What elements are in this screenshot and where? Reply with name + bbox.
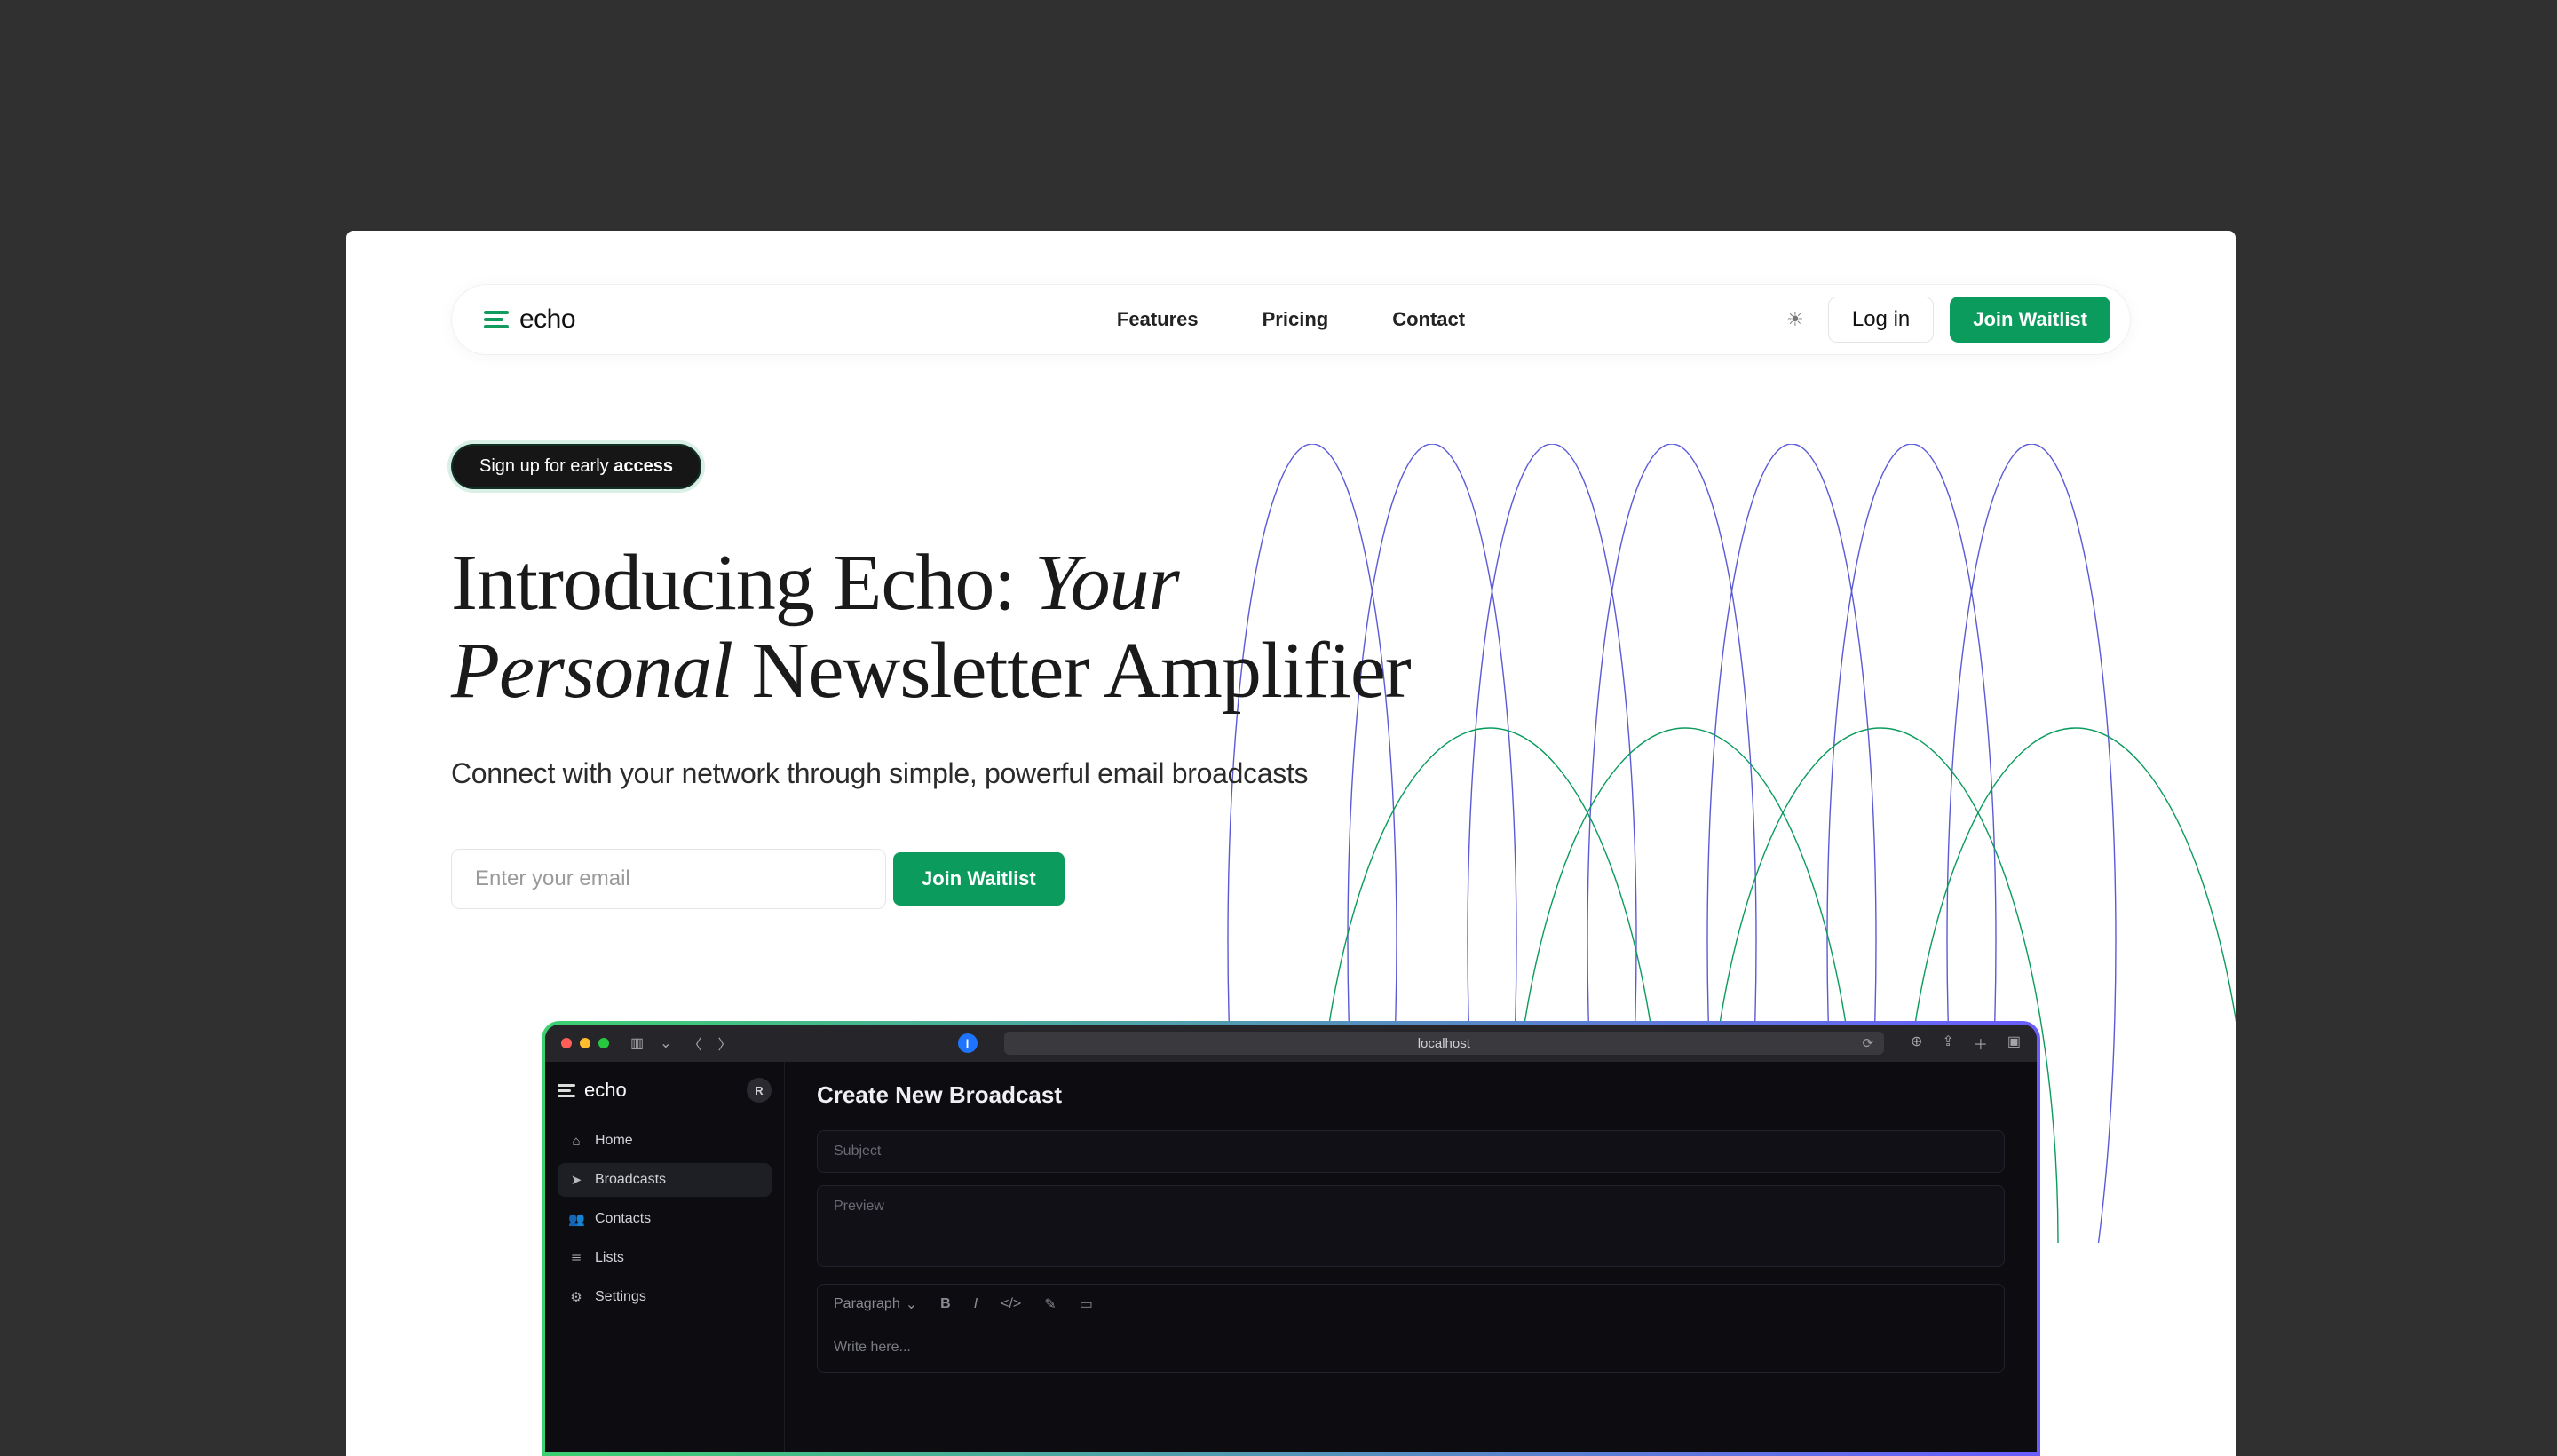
editor-toolbar: Paragraph ⌄ B I </> ✎ ▭	[817, 1284, 2005, 1324]
app-preview-window: ▥ ⌄ 〈 〉 i localhost ⟳ ⊕ ⇪ ＋ ▣	[542, 1021, 2040, 1456]
sun-icon: ☀	[1786, 308, 1804, 330]
main-panel: Create New Broadcast Paragraph ⌄ B I </>…	[785, 1062, 2037, 1452]
page-title: Create New Broadcast	[817, 1081, 2005, 1109]
app-preview-inner: ▥ ⌄ 〈 〉 i localhost ⟳ ⊕ ⇪ ＋ ▣	[545, 1025, 2037, 1452]
headline-part2: Newsletter Amplifier	[732, 627, 1411, 715]
preview-textarea[interactable]	[817, 1185, 2005, 1267]
editor-body[interactable]: Write here...	[817, 1324, 2005, 1373]
pill-text: Sign up for early	[479, 456, 614, 476]
code-icon[interactable]: </>	[1001, 1296, 1021, 1312]
reload-icon[interactable]: ⟳	[1862, 1035, 1873, 1051]
tabs-icon[interactable]: ▣	[2007, 1033, 2021, 1054]
highlight-icon[interactable]: ✎	[1044, 1295, 1056, 1313]
nav-link-contact[interactable]: Contact	[1392, 308, 1465, 331]
hero-subhead: Connect with your network through simple…	[451, 757, 1516, 790]
landing-page: echo Features Pricing Contact ☀ Log in J…	[346, 231, 2236, 1456]
signup-form: Join Waitlist	[451, 849, 1516, 909]
maximize-window-icon[interactable]	[598, 1038, 609, 1048]
login-button[interactable]: Log in	[1828, 297, 1934, 343]
share-icon[interactable]: ⇪	[1942, 1033, 1953, 1054]
send-icon: ➤	[568, 1172, 584, 1188]
minimize-window-icon[interactable]	[580, 1038, 590, 1048]
sidebar-item-label: Lists	[595, 1250, 624, 1266]
gear-icon: ⚙	[568, 1289, 584, 1305]
paragraph-style-dropdown[interactable]: Paragraph ⌄	[834, 1295, 917, 1313]
headline-italic1: Your	[1034, 539, 1179, 627]
back-icon[interactable]: 〈	[688, 1033, 702, 1054]
users-icon: 👥	[568, 1211, 584, 1227]
join-waitlist-button[interactable]: Join Waitlist	[893, 852, 1065, 906]
early-access-pill[interactable]: Sign up for early access	[451, 444, 701, 489]
info-badge-icon[interactable]: i	[958, 1033, 978, 1053]
nav-links: Features Pricing Contact	[1117, 308, 1465, 331]
brand-name: echo	[519, 305, 575, 335]
browser-right-icons: ⊕ ⇪ ＋ ▣	[1911, 1033, 2021, 1054]
hero-headline: Introducing Echo: Your Personal Newslett…	[451, 539, 1516, 715]
image-icon[interactable]: ▭	[1080, 1295, 1093, 1313]
brand-logo-icon	[484, 307, 509, 332]
sidebar-header: echo R	[558, 1078, 772, 1103]
sidebar-item-label: Home	[595, 1133, 633, 1149]
nav-link-pricing[interactable]: Pricing	[1263, 308, 1329, 331]
sidebar-item-broadcasts[interactable]: ➤ Broadcasts	[558, 1163, 772, 1197]
sidebar-item-label: Broadcasts	[595, 1172, 666, 1188]
top-nav: echo Features Pricing Contact ☀ Log in J…	[451, 284, 2131, 355]
sidebar-item-settings[interactable]: ⚙ Settings	[558, 1280, 772, 1314]
bold-icon[interactable]: B	[940, 1296, 951, 1312]
sidebar-toggle-icon[interactable]: ▥	[630, 1034, 644, 1052]
pill-bold: access	[614, 456, 673, 476]
nav-link-features[interactable]: Features	[1117, 308, 1199, 331]
url-bar[interactable]: localhost ⟳	[1004, 1032, 1884, 1055]
list-icon: ≣	[568, 1250, 584, 1266]
sidebar-item-lists[interactable]: ≣ Lists	[558, 1241, 772, 1275]
subject-input[interactable]	[817, 1130, 2005, 1173]
close-window-icon[interactable]	[561, 1038, 572, 1048]
italic-icon[interactable]: I	[974, 1296, 978, 1312]
sidebar: echo R ⌂ Home ➤ Broadcasts 👥 Contact	[545, 1062, 785, 1452]
chevron-down-icon: ⌄	[906, 1295, 917, 1313]
avatar[interactable]: R	[747, 1078, 772, 1103]
browser-left-icons: ▥ ⌄ 〈 〉	[630, 1033, 732, 1054]
hero: Sign up for early access Introducing Ech…	[451, 444, 1516, 909]
browser-chrome: ▥ ⌄ 〈 〉 i localhost ⟳ ⊕ ⇪ ＋ ▣	[545, 1025, 2037, 1062]
editor-placeholder: Write here...	[834, 1340, 911, 1355]
sidebar-item-contacts[interactable]: 👥 Contacts	[558, 1202, 772, 1236]
sidebar-brand[interactable]: echo	[558, 1079, 627, 1102]
join-waitlist-nav-button[interactable]: Join Waitlist	[1950, 297, 2110, 343]
chevron-down-icon[interactable]: ⌄	[660, 1034, 671, 1052]
forward-icon[interactable]: 〉	[718, 1033, 732, 1054]
traffic-lights	[561, 1038, 609, 1048]
sidebar-item-label: Settings	[595, 1289, 646, 1305]
nav-actions: ☀ Log in Join Waitlist	[1778, 297, 2110, 343]
headline-italic2: Personal	[451, 627, 732, 715]
brand[interactable]: echo	[484, 305, 575, 335]
headline-part1: Introducing Echo:	[451, 539, 1034, 627]
new-tab-icon[interactable]: ＋	[1974, 1033, 1988, 1054]
sidebar-item-home[interactable]: ⌂ Home	[558, 1124, 772, 1158]
sidebar-item-label: Contacts	[595, 1211, 651, 1227]
sidebar-logo-icon	[558, 1081, 575, 1099]
download-icon[interactable]: ⊕	[1911, 1033, 1922, 1054]
url-text: localhost	[1418, 1036, 1470, 1051]
theme-toggle-button[interactable]: ☀	[1778, 303, 1812, 336]
sidebar-brand-name: echo	[584, 1079, 627, 1102]
app-body: echo R ⌂ Home ➤ Broadcasts 👥 Contact	[545, 1062, 2037, 1452]
paragraph-label: Paragraph	[834, 1296, 900, 1312]
home-icon: ⌂	[568, 1134, 584, 1149]
email-input[interactable]	[451, 849, 886, 909]
